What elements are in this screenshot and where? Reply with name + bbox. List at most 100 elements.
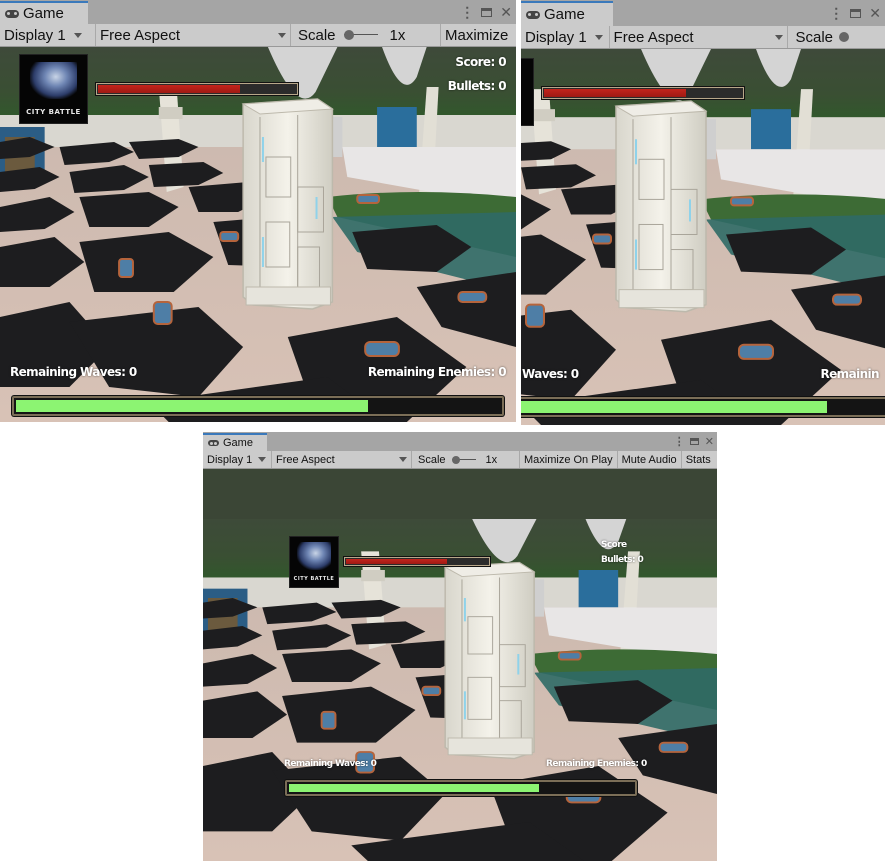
chevron-down-icon <box>73 32 82 38</box>
remaining-waves-text: Waves: 0 <box>522 367 579 381</box>
game-toolbar: Display 1 Free Aspect Scale <box>521 26 885 49</box>
maximize-window-icon[interactable] <box>850 8 862 18</box>
display-label: Display 1 <box>4 26 66 44</box>
tab-label: Game <box>544 6 585 23</box>
remaining-waves-text: Remaining Waves: 0 <box>10 365 137 379</box>
game-logo: CITY BATTLE <box>19 54 88 124</box>
game-window-2: Game ⋮ ✕ Display 1 Free Aspect Scale Wav… <box>521 0 885 425</box>
tab-bar: Game ⋮ ✕ <box>0 0 516 24</box>
chevron-down-icon <box>278 32 286 38</box>
wave-progress-bar <box>285 780 637 796</box>
wave-progress-bar <box>521 397 885 417</box>
health-bar <box>96 83 298 95</box>
window-controls: ⋮ ✕ <box>460 0 512 24</box>
maximize-on-play-label: Maximize On Play <box>524 453 613 466</box>
maximize-window-icon[interactable] <box>481 7 493 17</box>
tab-bar: Game ⋮ ✕ <box>203 432 717 451</box>
game-window-3: Game ⋮ ✕ Display 1 Free Aspect Scale 1x … <box>203 432 717 861</box>
aspect-label: Free Aspect <box>613 28 694 46</box>
aspect-label: Free Aspect <box>276 453 335 466</box>
more-vert-icon[interactable]: ⋮ <box>674 435 685 448</box>
wave-progress-bar <box>12 396 504 416</box>
scale-slider[interactable] <box>451 455 476 464</box>
remaining-enemies-text: Remaining Enemies: 0 <box>546 759 647 769</box>
gamepad-icon <box>208 440 219 446</box>
chevron-down-icon <box>775 34 784 40</box>
aspect-dropdown[interactable]: Free Aspect <box>272 451 412 468</box>
display-label: Display 1 <box>525 28 587 46</box>
window-controls: ⋮ ✕ <box>829 0 881 26</box>
wave-progress-fill <box>289 784 540 792</box>
scale-control[interactable]: Scale <box>788 26 885 48</box>
chevron-down-icon <box>594 34 603 40</box>
score-text: Score <box>601 540 627 550</box>
scale-control[interactable]: Scale 1x <box>291 24 441 46</box>
game-window-1: Game ⋮ ✕ Display 1 Free Aspect Scale 1x … <box>0 0 516 422</box>
game-toolbar: Display 1 Free Aspect Scale 1x Maximize … <box>203 451 717 469</box>
display-dropdown[interactable]: Display 1 <box>203 451 272 468</box>
logo-figure <box>297 542 331 570</box>
scale-slider[interactable] <box>839 32 873 42</box>
remaining-enemies-text: Remainin <box>820 367 880 381</box>
game-logo <box>521 58 534 126</box>
display-label: Display 1 <box>207 453 253 466</box>
health-bar-fill <box>346 559 448 564</box>
gamepad-icon <box>526 10 540 19</box>
remaining-waves-text: Remaining Waves: 0 <box>284 759 377 769</box>
maximize-on-play-button[interactable]: Maximize On Play <box>520 451 618 468</box>
stats-label: Stats <box>685 453 711 466</box>
close-icon[interactable]: ✕ <box>869 5 881 22</box>
scale-control[interactable]: Scale 1x <box>412 451 520 468</box>
aspect-label: Free Aspect <box>100 26 181 44</box>
scale-slider[interactable] <box>343 30 378 40</box>
close-icon[interactable]: ✕ <box>500 4 512 21</box>
bullets-text: Bullets: 0 <box>447 79 507 93</box>
tab-label: Game <box>23 5 64 22</box>
game-toolbar: Display 1 Free Aspect Scale 1x Maximize <box>0 24 516 47</box>
health-bar <box>542 87 744 99</box>
health-bar-fill <box>544 89 686 97</box>
tab-game[interactable]: Game <box>203 433 267 451</box>
display-dropdown[interactable]: Display 1 <box>0 24 96 46</box>
aspect-dropdown[interactable]: Free Aspect <box>96 24 291 46</box>
tab-label: Game <box>223 437 253 449</box>
scale-value: 1x <box>389 26 406 44</box>
tab-game[interactable]: Game <box>521 1 613 26</box>
maximize-window-icon[interactable] <box>689 438 699 445</box>
scale-label: Scale <box>795 28 833 46</box>
mute-audio-button[interactable]: Mute Audio <box>618 451 682 468</box>
scene-wall-top <box>203 469 717 519</box>
health-bar <box>344 557 490 566</box>
logo-figure <box>30 61 77 100</box>
chevron-down-icon <box>258 457 267 462</box>
mute-audio-label: Mute Audio <box>621 453 677 466</box>
gamepad-icon <box>5 9 19 18</box>
stats-button[interactable]: Stats <box>682 451 715 468</box>
game-viewport[interactable]: Waves: 0 Remainin <box>521 49 885 425</box>
more-vert-icon[interactable]: ⋮ <box>460 4 474 21</box>
maximize-label: Maximize <box>445 26 509 44</box>
game-logo: CITY BATTLE <box>289 536 339 588</box>
game-viewport[interactable]: CITY BATTLE Score Bullets: 0 Remaining W… <box>203 469 717 861</box>
more-vert-icon[interactable]: ⋮ <box>829 5 843 22</box>
tab-bar: Game ⋮ ✕ <box>521 0 885 26</box>
bullets-text: Bullets: 0 <box>601 555 644 565</box>
score-text: Score: 0 <box>455 55 506 69</box>
remaining-enemies-text: Remaining Enemies: 0 <box>367 365 507 379</box>
aspect-dropdown[interactable]: Free Aspect <box>610 26 789 48</box>
game-scene <box>203 514 717 861</box>
logo-title: CITY BATTLE <box>26 108 81 117</box>
logo-title: CITY BATTLE <box>293 576 335 582</box>
scale-label: Scale <box>298 26 336 44</box>
wave-progress-fill <box>521 401 827 413</box>
window-controls: ⋮ ✕ <box>674 432 714 451</box>
maximize-on-play-button[interactable]: Maximize <box>441 24 512 46</box>
health-bar-fill <box>98 85 240 93</box>
display-dropdown[interactable]: Display 1 <box>521 26 610 48</box>
close-icon[interactable]: ✕ <box>705 435 714 448</box>
wave-progress-fill <box>16 400 369 412</box>
scale-value: 1x <box>485 453 498 466</box>
game-viewport[interactable]: CITY BATTLE Score: 0 Bullets: 0 Remainin… <box>0 47 516 422</box>
tab-game[interactable]: Game <box>0 1 88 24</box>
chevron-down-icon <box>399 457 407 462</box>
